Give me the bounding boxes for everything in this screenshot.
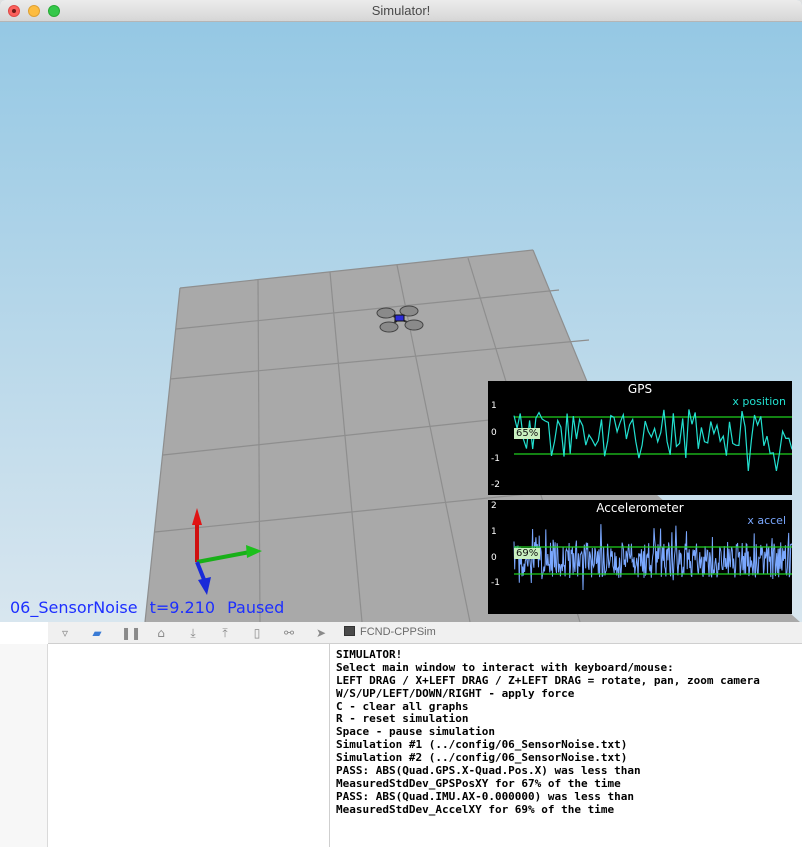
accel-ytick: 0	[491, 553, 497, 563]
target-name: FCND-CPPSim	[360, 626, 436, 638]
debug-gutter	[0, 644, 48, 847]
hide-debug-area-icon[interactable]: ▿	[57, 625, 73, 641]
pause-icon[interactable]: ❚❚	[121, 625, 141, 641]
breakpoint-icon[interactable]: ▰	[89, 625, 105, 641]
console-output[interactable]: SIMULATOR! Select main window to interact…	[336, 648, 760, 817]
scenario-name: 06_SensorNoise	[10, 598, 138, 617]
gps-ytick: -2	[491, 480, 500, 490]
accelerometer-graph[interactable]: Accelerometer x accel 2 1 0 -1 69%	[488, 500, 792, 614]
title-bar[interactable]: Simulator!	[0, 0, 802, 22]
console-line: SIMULATOR!	[336, 648, 403, 661]
sim-state: Paused	[227, 598, 285, 617]
memory-graph-icon[interactable]: ⚯	[281, 625, 297, 641]
location-icon[interactable]: ➤	[313, 625, 329, 641]
console-line: LEFT DRAG / X+LEFT DRAG / Z+LEFT DRAG = …	[336, 673, 760, 687]
simulator-window: Simulator! 06_SensorNoise t=9.210 Paused…	[0, 0, 802, 622]
window-title: Simulator!	[371, 3, 431, 18]
debug-toolbar: ▿ ▰ ❚❚ ⌂ ⤓ ⤒ ▯ ⚯ ➤ FCND-CPPSim	[48, 622, 802, 644]
console-line: Select main window to interact with keyb…	[336, 660, 674, 674]
accel-percent-badge: 69%	[514, 548, 541, 559]
run-target[interactable]: FCND-CPPSim	[344, 626, 436, 638]
step-into-icon[interactable]: ⤓	[185, 625, 201, 641]
console-line: MeasuredStdDev_AccelXY for 69% of the ti…	[336, 802, 615, 816]
console-line: W/S/UP/LEFT/DOWN/RIGHT - apply force	[336, 686, 575, 700]
debug-area: ▿ ▰ ❚❚ ⌂ ⤓ ⤒ ▯ ⚯ ➤ FCND-CPPSim SIMULATOR…	[0, 622, 802, 847]
gps-graph[interactable]: GPS x position 1 0 -1 -2 65%	[488, 381, 792, 495]
sim-status: 06_SensorNoise t=9.210 Paused	[10, 598, 296, 617]
console-line: MeasuredStdDev_GPSPosXY for 67% of the t…	[336, 776, 621, 790]
console-line: PASS: ABS(Quad.IMU.AX-0.000000) was less…	[336, 789, 635, 803]
sim-time: t=9.210	[149, 598, 216, 617]
accel-ytick: -1	[491, 578, 500, 588]
gps-percent-badge: 65%	[514, 428, 541, 439]
gps-ytick: 0	[491, 428, 497, 438]
accel-ytick: 2	[491, 501, 497, 511]
gps-legend: x position	[732, 395, 786, 408]
gps-trace	[513, 409, 792, 472]
step-over-icon[interactable]: ⌂	[153, 625, 169, 641]
accel-legend: x accel	[747, 514, 786, 527]
terminal-icon	[344, 626, 355, 636]
gps-graph-title: GPS	[627, 382, 653, 396]
accel-trace	[513, 524, 792, 591]
gps-ytick: 1	[491, 401, 497, 411]
accel-ytick: 1	[491, 527, 497, 537]
view-hierarchy-icon[interactable]: ▯	[249, 625, 265, 641]
step-out-icon[interactable]: ⤒	[217, 625, 233, 641]
console-line: PASS: ABS(Quad.GPS.X-Quad.Pos.X) was les…	[336, 764, 641, 778]
accel-graph-title: Accelerometer	[596, 501, 684, 515]
3d-viewport[interactable]: 06_SensorNoise t=9.210 Paused GPS x positi…	[0, 22, 802, 622]
variables-view[interactable]	[48, 644, 330, 847]
gps-ytick: -1	[491, 454, 500, 464]
